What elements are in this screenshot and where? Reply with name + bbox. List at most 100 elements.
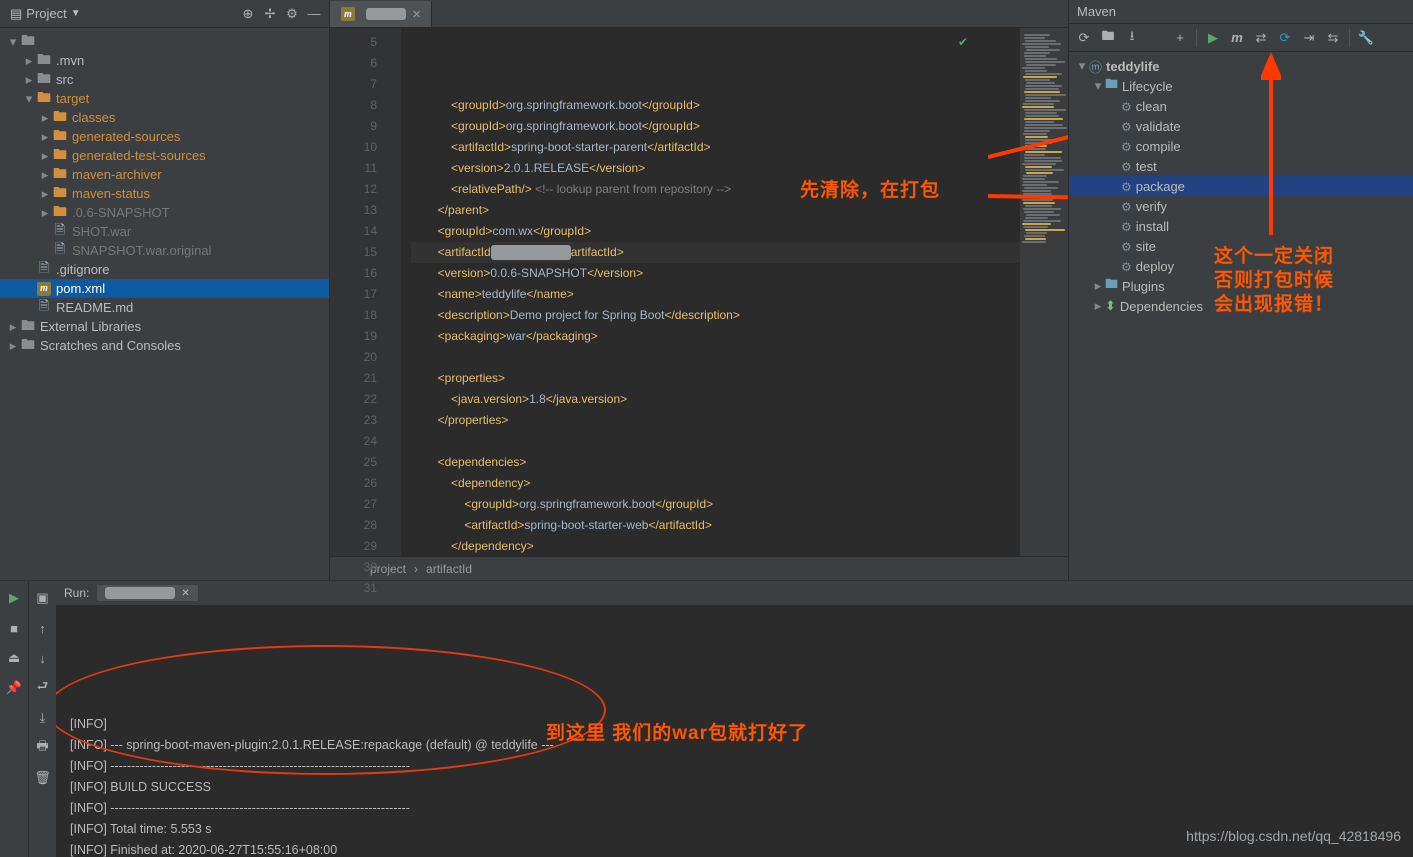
toggle-skip-tests-icon[interactable]: ⇄ <box>1250 27 1272 49</box>
maven-tree[interactable]: ⓜteddylife🖿Lifecyclecleanvalidatecompile… <box>1069 52 1413 580</box>
deps-icon: ⬍ <box>1105 298 1116 314</box>
maven-goal-compile[interactable]: compile <box>1069 136 1413 156</box>
tree-label: classes <box>72 110 115 125</box>
maven-goal-deploy[interactable]: deploy <box>1069 256 1413 276</box>
run-icon[interactable]: ▶ <box>1202 27 1224 49</box>
reimport-icon[interactable]: ⟳ <box>1073 27 1095 49</box>
tree-node[interactable]: External Libraries <box>0 317 329 336</box>
tree-node[interactable]: Scratches and Consoles <box>0 336 329 355</box>
run-panel: ▶ ■ ⏏ 📌 ▣ ↑ ↓ ⮐ ⤓ 🖶 🗑 Run: ✕ 到这里 我们的war包… <box>0 580 1413 857</box>
twisty-icon[interactable] <box>38 110 52 126</box>
clear-icon[interactable]: 🗑 <box>32 767 54 789</box>
maven-goal-validate[interactable]: validate <box>1069 116 1413 136</box>
tree-node[interactable]: SNAPSHOT.war.original <box>0 241 329 260</box>
line-gutter: 5678910111213141516171819202122232425262… <box>330 28 385 556</box>
locate-icon[interactable]: ⊕ <box>237 3 259 25</box>
twisty-icon[interactable] <box>22 53 36 69</box>
twisty-icon[interactable] <box>6 338 20 354</box>
maven-project-icon: ⓜ <box>1089 57 1102 76</box>
generate-sources-icon[interactable]: 🖿 <box>1097 27 1119 49</box>
crumb-sep: › <box>414 562 418 576</box>
tree-node[interactable]: maven-archiver <box>0 165 329 184</box>
maven-goal-verify[interactable]: verify <box>1069 196 1413 216</box>
layout-icon[interactable]: ▣ <box>32 587 54 609</box>
close-icon[interactable]: ✕ <box>181 588 189 599</box>
tree-label-muted: SHOT.war <box>72 224 131 239</box>
maven-goal-test[interactable]: test <box>1069 156 1413 176</box>
expand-icon[interactable]: ✢ <box>259 3 281 25</box>
tree-node[interactable]: .gitignore <box>0 260 329 279</box>
tree-node[interactable]: generated-test-sources <box>0 146 329 165</box>
gear-icon[interactable]: ⚙ <box>281 3 303 25</box>
gutter-icons <box>385 28 401 556</box>
hide-icon[interactable]: — <box>303 3 325 25</box>
down-icon[interactable]: ↓ <box>32 647 54 669</box>
twisty-icon[interactable] <box>38 129 52 145</box>
file-icon <box>36 300 52 316</box>
wrench-icon[interactable]: 🔧 <box>1355 27 1377 49</box>
tree-node[interactable]: pom.xml <box>0 279 329 298</box>
stop-icon[interactable]: ■ <box>3 617 25 639</box>
twisty-icon[interactable] <box>1091 78 1105 94</box>
twisty-icon[interactable] <box>1091 298 1105 314</box>
code-content[interactable]: ✔ <groupId>org.springframework.boot</gro… <box>401 28 1020 556</box>
pin-icon[interactable]: 📌 <box>3 677 25 699</box>
twisty-icon[interactable] <box>38 148 52 164</box>
execute-goal-icon[interactable]: m <box>1226 27 1248 49</box>
tree-label: .mvn <box>56 53 84 68</box>
show-deps-icon[interactable]: ⇆ <box>1322 27 1344 49</box>
twisty-icon[interactable] <box>1075 58 1089 74</box>
twisty-icon[interactable] <box>38 205 52 221</box>
editor-tab[interactable]: ✕ <box>330 1 432 27</box>
rerun-icon[interactable]: ▶ <box>3 587 25 609</box>
twisty-icon[interactable] <box>6 34 20 50</box>
run-config-tab[interactable]: ✕ <box>97 585 197 601</box>
tree-label-muted: SNAPSHOT.war.original <box>72 243 211 258</box>
maven-lifecycle-node[interactable]: 🖿Lifecycle <box>1069 76 1413 96</box>
tree-node[interactable]: classes <box>0 108 329 127</box>
maven-file-icon <box>340 6 356 22</box>
up-icon[interactable]: ↑ <box>32 617 54 639</box>
tree-label: generated-test-sources <box>72 148 206 163</box>
collapse-icon[interactable]: ⇥ <box>1298 27 1320 49</box>
toggle-offline-icon[interactable]: ⟳ <box>1274 27 1296 49</box>
exit-icon[interactable]: ⏏ <box>3 647 25 669</box>
tree-node[interactable]: .0.6-SNAPSHOT <box>0 203 329 222</box>
tree-node[interactable]: maven-status <box>0 184 329 203</box>
folder-icon <box>52 148 68 164</box>
maven-root-node[interactable]: ⓜteddylife <box>1069 56 1413 76</box>
download-icon[interactable]: ⭳ <box>1121 27 1143 49</box>
lifecycle-icon: 🖿 <box>1105 75 1118 97</box>
twisty-icon[interactable] <box>1091 278 1105 294</box>
project-tree[interactable]: .mvnsrctargetclassesgenerated-sourcesgen… <box>0 28 329 580</box>
maven-goal-clean[interactable]: clean <box>1069 96 1413 116</box>
tree-label: pom.xml <box>56 281 105 296</box>
add-icon[interactable]: + <box>1169 27 1191 49</box>
twisty-icon[interactable] <box>6 319 20 335</box>
breadcrumb[interactable]: project › artifactId <box>330 556 1068 580</box>
crumb-artifact[interactable]: artifactId <box>426 562 472 576</box>
code-editor[interactable]: 5678910111213141516171819202122232425262… <box>330 28 1068 556</box>
console-output[interactable]: 到这里 我们的war包就打好了 https://blog.csdn.net/qq… <box>56 605 1413 857</box>
maven-plugins-node[interactable]: 🖿Plugins <box>1069 276 1413 296</box>
soft-wrap-icon[interactable]: ⮐ <box>32 677 54 699</box>
twisty-icon[interactable] <box>38 167 52 183</box>
project-dropdown[interactable]: ▤ Project ▼ <box>4 4 87 24</box>
tree-node[interactable]: target <box>0 89 329 108</box>
twisty-icon[interactable] <box>22 72 36 88</box>
maven-goal-install[interactable]: install <box>1069 216 1413 236</box>
maven-goal-label: deploy <box>1136 259 1174 274</box>
scroll-end-icon[interactable]: ⤓ <box>32 707 54 729</box>
twisty-icon[interactable] <box>38 186 52 202</box>
maven-goal-site[interactable]: site <box>1069 236 1413 256</box>
print-icon[interactable]: 🖶 <box>32 737 54 759</box>
minimap[interactable] <box>1020 28 1068 556</box>
tree-node[interactable]: SHOT.war <box>0 222 329 241</box>
twisty-icon[interactable] <box>22 91 36 107</box>
close-icon[interactable]: ✕ <box>412 8 421 21</box>
tree-node[interactable]: generated-sources <box>0 127 329 146</box>
tree-node[interactable]: README.md <box>0 298 329 317</box>
maven-deps-node[interactable]: ⬍Dependencies <box>1069 296 1413 316</box>
console-line: [INFO] ---------------------------------… <box>70 756 1399 777</box>
maven-goal-package[interactable]: package <box>1069 176 1413 196</box>
